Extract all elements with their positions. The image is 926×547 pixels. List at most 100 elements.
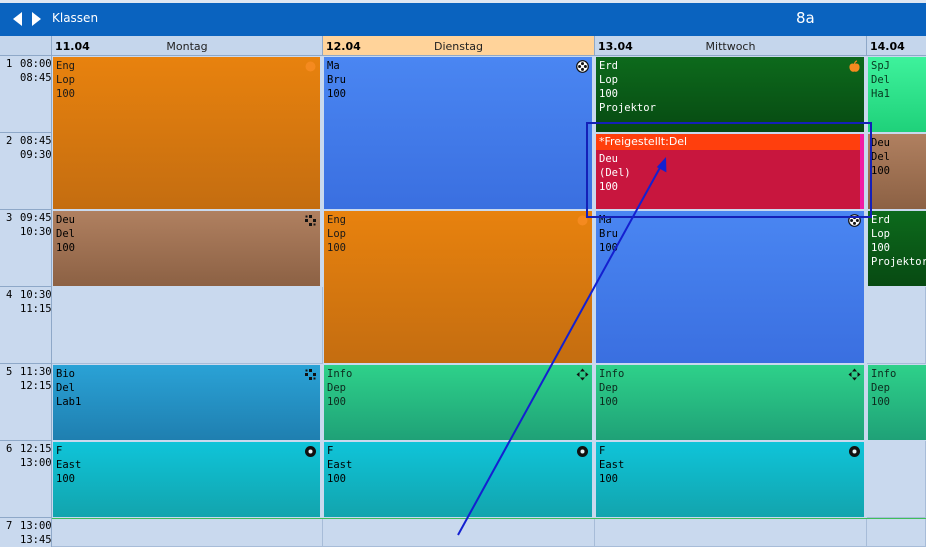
lesson-subject: Ma <box>327 60 340 72</box>
empty-slot[interactable] <box>52 518 323 547</box>
lesson-subject: Info <box>871 368 897 380</box>
spread-dots-icon <box>304 214 317 227</box>
lesson-card[interactable]: SpJ Del Ha1 <box>868 57 926 132</box>
lesson-teacher: Lop <box>327 228 346 240</box>
period-row-3: 3 09:45 10:30 <box>0 210 52 287</box>
lesson-room: 100 <box>871 242 890 254</box>
day-header-monday[interactable]: 11.04 Montag <box>52 36 323 56</box>
lesson-subject: F <box>327 445 334 457</box>
lesson-subject: Info <box>599 368 625 380</box>
lesson-teacher: East <box>327 459 353 471</box>
period-row-6: 6 12:15 13:00 <box>0 441 52 518</box>
lesson-card[interactable]: Info Dep 100 <box>324 365 592 440</box>
next-arrow-icon[interactable] <box>31 11 43 27</box>
empty-slot[interactable] <box>595 518 867 547</box>
period-end: 13:45 <box>20 534 52 546</box>
lesson-card[interactable]: Bio Del Lab1 <box>53 365 320 440</box>
ring-icon <box>848 445 861 458</box>
flower-icon <box>848 214 861 227</box>
lesson-room: 100 <box>871 396 890 408</box>
lesson-card[interactable]: Eng Lop 100 <box>53 57 320 209</box>
day-name: Montag <box>166 40 208 53</box>
period-end: 11:15 <box>20 303 52 315</box>
period-number: 3 <box>6 212 13 224</box>
lesson-card[interactable]: F East 100 <box>53 442 320 517</box>
period-row-2: 2 08:45 09:30 <box>0 133 52 210</box>
status-dot-icon <box>576 214 589 227</box>
period-start: 13:00 <box>20 520 52 532</box>
lesson-card[interactable]: Eng Lop 100 <box>324 211 592 363</box>
lesson-teacher: Del <box>56 382 75 394</box>
lesson-subject: Deu <box>871 137 890 149</box>
lesson-subject: Erd <box>599 60 618 72</box>
flower-icon <box>576 60 589 73</box>
lesson-card-released[interactable]: *Freigestellt:Del Deu (Del) 100 <box>596 134 864 209</box>
lesson-card[interactable]: Ma Bru 100 <box>596 211 864 363</box>
period-row-7: 7 13:00 13:45 <box>0 518 52 547</box>
lesson-resource: Projektor <box>871 256 926 268</box>
period-row-5: 5 11:30 12:15 <box>0 364 52 441</box>
lesson-card[interactable]: Erd Lop 100 Projektor <box>868 211 926 286</box>
spread-dots-icon <box>304 368 317 381</box>
lesson-subject: Bio <box>56 368 75 380</box>
lesson-subject: Eng <box>56 60 75 72</box>
lesson-room: 100 <box>599 181 618 193</box>
lesson-teacher: Bru <box>327 74 346 86</box>
lesson-card[interactable]: Info Dep 100 <box>596 365 864 440</box>
period-number: 7 <box>6 520 13 532</box>
lesson-room: 100 <box>599 242 618 254</box>
period-start: 11:30 <box>20 366 52 378</box>
view-title: Klassen <box>52 11 99 25</box>
lesson-room: 100 <box>327 396 346 408</box>
lesson-card[interactable]: Erd Lop 100 Projektor <box>596 57 864 132</box>
lesson-room: Ha1 <box>871 88 890 100</box>
day-header-tuesday[interactable]: 12.04 Dienstag <box>323 36 595 56</box>
period-row-4: 4 10:30 11:15 <box>0 287 52 364</box>
lesson-resource: Projektor <box>599 102 656 114</box>
lesson-room: 100 <box>599 473 618 485</box>
lesson-teacher: Dep <box>327 382 346 394</box>
lesson-room: 100 <box>327 88 346 100</box>
period-end: 13:00 <box>20 457 52 469</box>
lesson-subject: Erd <box>871 214 890 226</box>
lesson-room: 100 <box>56 88 75 100</box>
day-header-thursday[interactable]: 14.04 <box>867 36 926 56</box>
lesson-room: 100 <box>327 473 346 485</box>
lesson-subject: F <box>599 445 606 457</box>
empty-slot[interactable] <box>52 287 323 364</box>
period-end: 08:45 <box>20 72 52 84</box>
previous-arrow-icon[interactable] <box>11 11 23 27</box>
apple-icon <box>848 60 861 73</box>
period-number: 2 <box>6 135 13 147</box>
lesson-card[interactable]: Deu Del 100 <box>53 211 320 286</box>
empty-slot[interactable] <box>867 441 926 518</box>
period-start: 09:45 <box>20 212 52 224</box>
lesson-room: 100 <box>56 473 75 485</box>
day-header-wednesday[interactable]: 13.04 Mittwoch <box>595 36 867 56</box>
lesson-teacher: Del <box>871 151 890 163</box>
period-end: 10:30 <box>20 226 52 238</box>
lesson-teacher: (Del) <box>599 167 631 179</box>
lesson-room: 100 <box>599 88 618 100</box>
lesson-teacher: Bru <box>599 228 618 240</box>
lesson-card[interactable]: Info Dep 100 <box>868 365 926 440</box>
period-number: 5 <box>6 366 13 378</box>
lesson-teacher: Lop <box>871 228 890 240</box>
period-start: 10:30 <box>20 289 52 301</box>
lesson-card[interactable]: Deu Del 100 <box>868 134 926 209</box>
empty-slot[interactable] <box>867 518 926 547</box>
class-name[interactable]: 8a <box>796 9 815 27</box>
released-banner: *Freigestellt:Del <box>596 134 860 150</box>
lesson-teacher: East <box>599 459 625 471</box>
day-name: Mittwoch <box>705 40 756 53</box>
lesson-card[interactable]: F East 100 <box>324 442 592 517</box>
lesson-teacher: Lop <box>56 74 75 86</box>
ring-icon <box>576 445 589 458</box>
lesson-card[interactable]: Ma Bru 100 <box>324 57 592 209</box>
empty-slot[interactable] <box>323 518 595 547</box>
day-name: Dienstag <box>433 40 484 53</box>
empty-slot[interactable] <box>867 287 926 364</box>
lesson-teacher: Dep <box>871 382 890 394</box>
lesson-card[interactable]: F East 100 <box>596 442 864 517</box>
lesson-teacher: Del <box>56 228 75 240</box>
